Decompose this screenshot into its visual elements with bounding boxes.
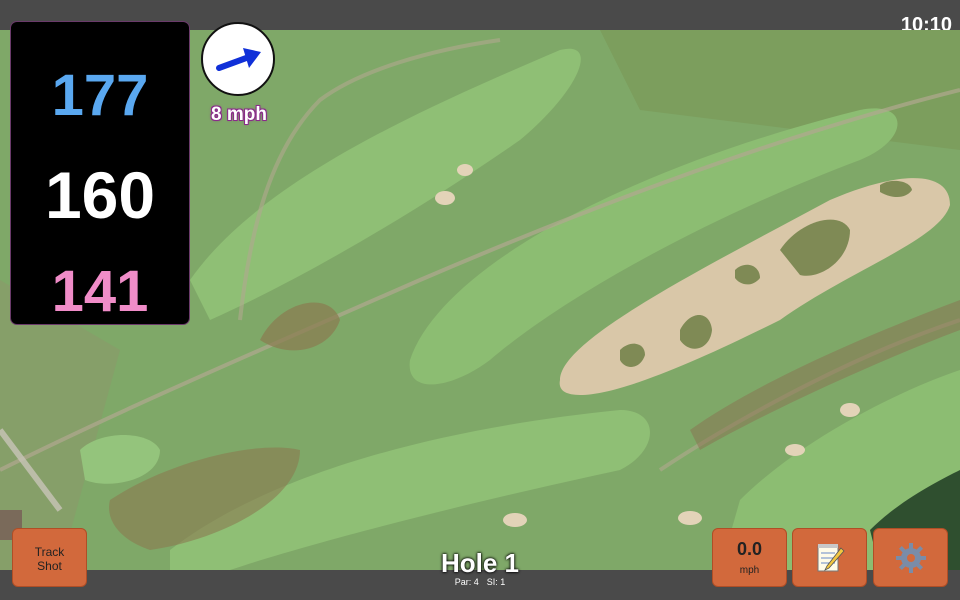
wind-speed-unit: mph (739, 565, 760, 576)
distance-panel: 177 160 141 (11, 22, 189, 324)
front-distance: 141 (51, 259, 149, 324)
back-distance: 177 (51, 63, 149, 128)
arrow-icon (216, 48, 261, 71)
hole-title: Hole 1 (440, 548, 520, 578)
wind-direction-dial (201, 22, 275, 96)
track-shot-label-line2: Shot (37, 559, 62, 573)
track-shot-button[interactable]: Track Shot (12, 528, 87, 587)
wind-speed-button[interactable]: 0.0 mph (712, 528, 787, 587)
hole-info: Par: 4 SI: 1 (380, 577, 580, 587)
gear-icon (895, 542, 926, 573)
wind-speed-label: 8 mph (211, 104, 267, 125)
track-shot-label-line1: Track (34, 545, 65, 559)
hole-si: SI: 1 (486, 577, 506, 587)
notes-button[interactable] (792, 528, 867, 587)
wind-speed-value: 0.0 (736, 539, 763, 559)
notepad-icon (817, 543, 845, 571)
middle-distance: 160 (44, 158, 156, 232)
settings-button[interactable] (873, 528, 948, 587)
hole-par: Par: 4 (454, 577, 479, 587)
